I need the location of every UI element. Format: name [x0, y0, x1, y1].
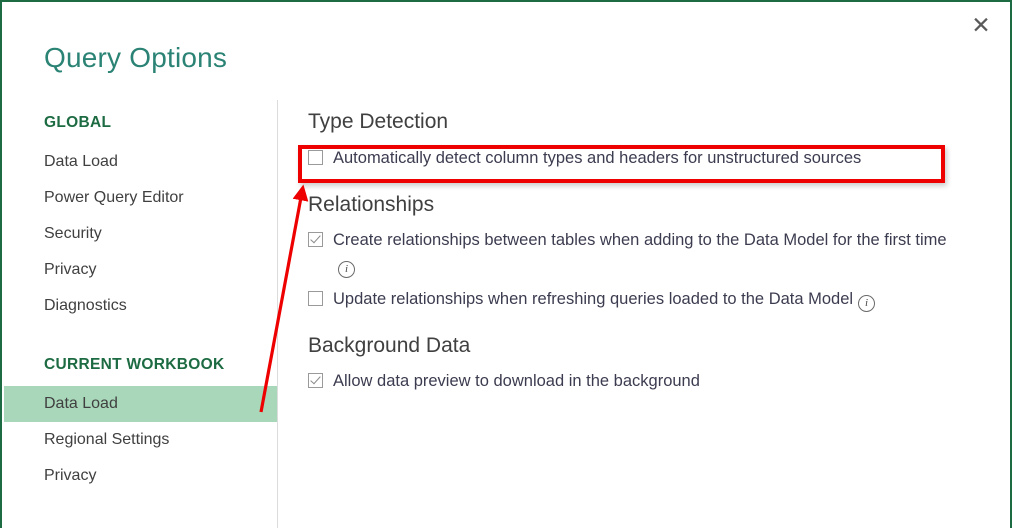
checkbox-create-relationships[interactable] [308, 232, 323, 247]
sidebar-item-label: Privacy [44, 467, 97, 484]
sidebar-divider [277, 100, 278, 528]
sidebar-item-global-diagnostics[interactable]: Diagnostics [4, 288, 277, 324]
sidebar-item-label: Privacy [44, 261, 97, 278]
query-options-dialog: ✕ Query Options GLOBAL Data Load Power Q… [0, 0, 1012, 528]
sidebar-item-label: Regional Settings [44, 431, 170, 448]
checkbox-auto-detect-column-types[interactable] [308, 150, 323, 165]
info-icon[interactable]: i [338, 261, 355, 278]
sidebar-item-workbook-data-load[interactable]: Data Load [4, 386, 277, 422]
sidebar-item-label: Security [44, 225, 102, 242]
checkbox-update-relationships[interactable] [308, 291, 323, 306]
option-label: Create relationships between tables when… [333, 231, 947, 249]
close-icon[interactable]: ✕ [958, 6, 1004, 46]
section-heading-type-detection: Type Detection [308, 110, 449, 133]
option-update-relationships[interactable]: Update relationships when refreshing que… [308, 287, 968, 312]
page-title: Query Options [44, 42, 228, 73]
section-heading-relationships: Relationships [308, 193, 435, 216]
sidebar-item-workbook-privacy[interactable]: Privacy [4, 458, 277, 494]
checkbox-allow-data-preview-download[interactable] [308, 373, 323, 388]
section-heading-background-data: Background Data [308, 334, 471, 357]
option-label-wrap: Create relationships between tables when… [333, 228, 948, 278]
sidebar-item-global-power-query-editor[interactable]: Power Query Editor [4, 180, 277, 216]
option-create-relationships[interactable]: Create relationships between tables when… [308, 228, 948, 278]
option-allow-data-preview-download[interactable]: Allow data preview to download in the ba… [308, 369, 968, 394]
sidebar: GLOBAL Data Load Power Query Editor Secu… [4, 100, 277, 528]
option-label-wrap: Update relationships when refreshing que… [333, 287, 876, 312]
option-label: Allow data preview to download in the ba… [333, 372, 700, 390]
info-icon[interactable]: i [858, 295, 876, 312]
sidebar-group-heading-current-workbook: CURRENT WORKBOOK [44, 356, 225, 373]
settings-panel: Type Detection Automatically detect colu… [308, 110, 968, 394]
option-label: Update relationships when refreshing que… [333, 290, 854, 308]
sidebar-item-label: Diagnostics [44, 297, 127, 314]
option-label: Automatically detect column types and he… [333, 149, 862, 167]
sidebar-group-heading-global: GLOBAL [44, 114, 112, 131]
sidebar-item-label: Data Load [44, 153, 118, 170]
sidebar-item-label: Data Load [44, 395, 118, 412]
sidebar-item-workbook-regional-settings[interactable]: Regional Settings [4, 422, 277, 458]
sidebar-item-global-security[interactable]: Security [4, 216, 277, 252]
sidebar-item-global-data-load[interactable]: Data Load [4, 144, 277, 180]
sidebar-item-label: Power Query Editor [44, 189, 184, 206]
option-auto-detect-column-types[interactable]: Automatically detect column types and he… [308, 146, 968, 171]
sidebar-item-global-privacy[interactable]: Privacy [4, 252, 277, 288]
